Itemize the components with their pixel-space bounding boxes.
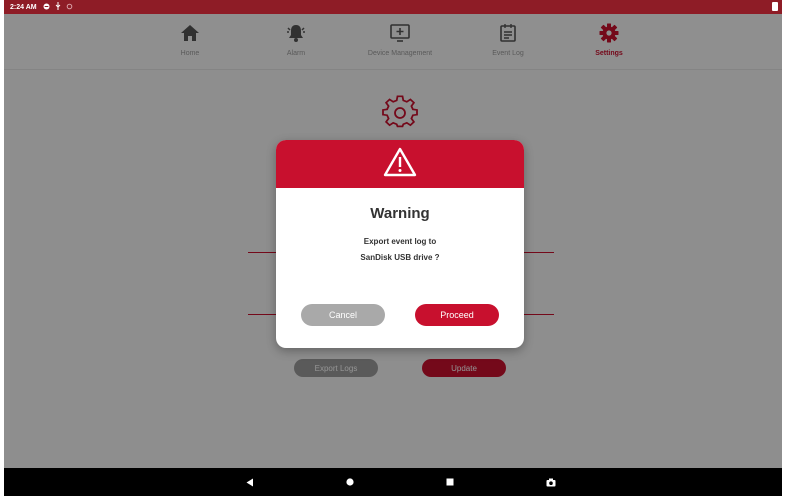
cancel-button[interactable]: Cancel <box>301 304 385 326</box>
home-nav-icon[interactable] <box>344 476 356 488</box>
status-icons <box>43 2 73 12</box>
warning-icon <box>383 147 417 182</box>
dialog-header <box>276 140 524 188</box>
battery-icon <box>772 2 778 11</box>
dialog-title: Warning <box>370 205 430 222</box>
navigation-bar <box>4 468 782 496</box>
warning-dialog: Warning Export event log to SanDisk USB … <box>276 140 524 348</box>
status-bar: 2:24 AM <box>4 0 782 14</box>
recents-icon[interactable] <box>444 476 456 488</box>
notification-icon <box>43 3 50 12</box>
status-time: 2:24 AM <box>10 3 37 11</box>
dialog-message-line2: SanDisk USB drive ? <box>360 253 440 262</box>
proceed-button[interactable]: Proceed <box>415 304 499 326</box>
usb-icon <box>55 2 61 12</box>
screen: 2:24 AM Home Alarm Device Management Eve… <box>0 0 786 496</box>
screenshot-icon[interactable] <box>545 476 557 488</box>
dialog-message: Export event log to SanDisk USB drive ? <box>276 234 524 266</box>
dialog-message-line1: Export event log to <box>363 237 437 246</box>
back-icon[interactable] <box>244 476 256 488</box>
settings-small-icon <box>66 3 73 12</box>
